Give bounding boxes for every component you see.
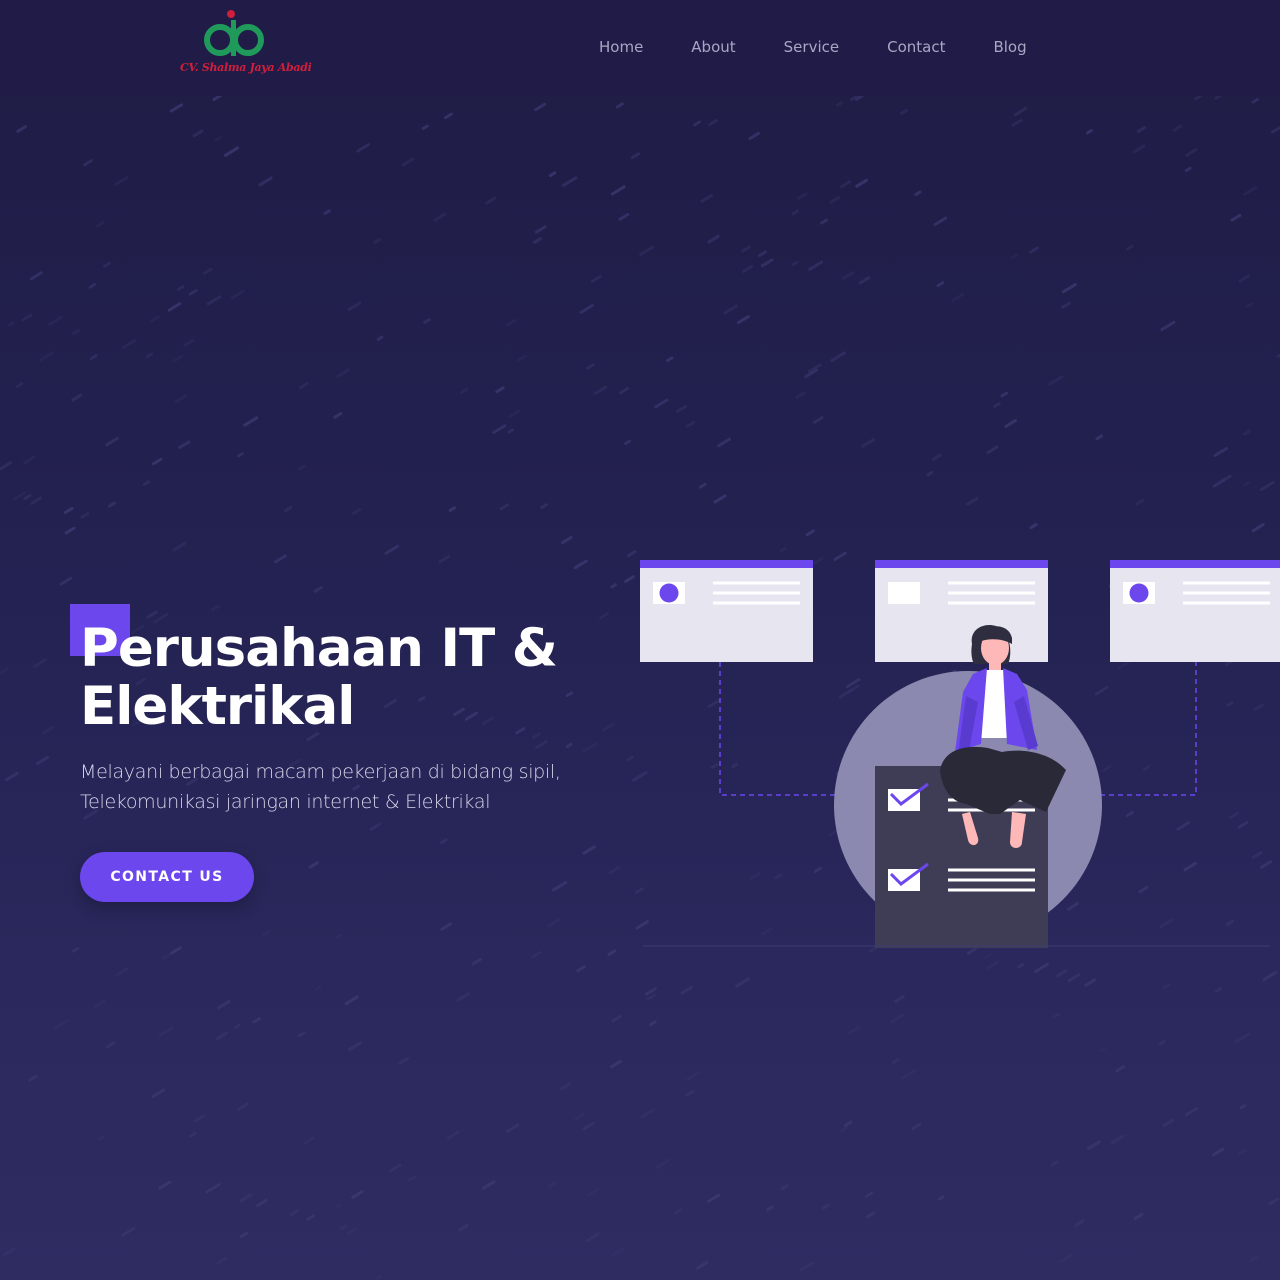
avatar-dot-icon xyxy=(659,583,679,603)
avatar-dot-icon xyxy=(1129,583,1149,603)
logo-mark xyxy=(204,10,264,56)
info-card-2 xyxy=(875,560,1048,662)
hero-subtitle: Melayani berbagai macam pekerjaan di bid… xyxy=(80,761,561,813)
nav-about[interactable]: About xyxy=(691,38,735,56)
nav-contact[interactable]: Contact xyxy=(887,38,945,56)
main-nav: Home About Service Contact Blog xyxy=(599,38,1027,56)
nav-service[interactable]: Service xyxy=(784,38,839,56)
company-logo[interactable]: CV. Shalma Jaya Abadi xyxy=(176,8,312,80)
info-card-1 xyxy=(640,560,813,662)
site-header: CV. Shalma Jaya Abadi Home About Service… xyxy=(0,0,1280,96)
logo-text: CV. Shalma Jaya Abadi xyxy=(180,61,312,74)
hero-illustration xyxy=(640,560,1280,948)
nav-blog[interactable]: Blog xyxy=(993,38,1026,56)
contact-us-button[interactable]: CONTACT US xyxy=(80,852,254,902)
hero-title: Perusahaan IT & Elektrikal xyxy=(80,618,558,737)
info-card-3 xyxy=(1110,560,1280,662)
nav-home[interactable]: Home xyxy=(599,38,643,56)
